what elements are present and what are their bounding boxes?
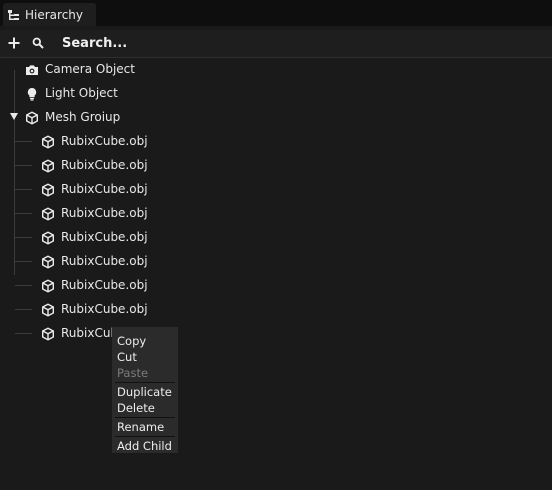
tree-item-label: RubixCube.obj [61, 254, 148, 268]
search-input[interactable] [56, 33, 362, 53]
menu-item-delete[interactable]: Delete [112, 400, 178, 416]
cube-icon [25, 111, 39, 125]
tree-item-label: RubixCube.obj [61, 134, 148, 148]
menu-item-copy[interactable]: Copy [112, 333, 178, 349]
tree-item-child[interactable]: RubixCube.obj [0, 178, 552, 202]
menu-item-cut[interactable]: Cut [112, 349, 178, 365]
hierarchy-icon [7, 8, 21, 22]
menu-item-add-child[interactable]: Add Child [112, 438, 178, 454]
tree-item-label: RubixCube.obj [61, 278, 148, 292]
menu-separator [115, 436, 175, 437]
tree-item-child[interactable]: RubixCube.obj [0, 130, 552, 154]
cube-icon [41, 279, 55, 293]
tree-item-label: RubixCube.obj [61, 182, 148, 196]
tree-item-label: RubixCube.obj [61, 230, 148, 244]
cube-icon [41, 231, 55, 245]
plus-icon [8, 37, 20, 49]
tree-item-child-selected[interactable]: RubixCube.obj [0, 322, 552, 346]
camera-icon [25, 63, 39, 77]
tree-item-child[interactable]: RubixCube.obj [0, 226, 552, 250]
menu-item-paste: Paste [117, 366, 149, 380]
menu-item-rename[interactable]: Rename [112, 419, 178, 435]
search-button[interactable] [31, 35, 45, 51]
cube-icon [41, 183, 55, 197]
tree-item-child[interactable]: RubixCube.obj [0, 154, 552, 178]
tab-hierarchy[interactable]: Hierarchy [3, 3, 96, 26]
cube-icon [41, 207, 55, 221]
cube-icon [41, 159, 55, 173]
menu-separator [115, 382, 175, 383]
cube-icon [41, 327, 55, 341]
context-menu: Copy Cut Paste Duplicate Delete Rename A… [112, 327, 178, 453]
tree-item-child[interactable]: RubixCube.obj [0, 274, 552, 298]
tab-title: Hierarchy [25, 7, 84, 22]
cube-icon [41, 303, 55, 317]
tree-item-child[interactable]: RubixCube.obj [0, 250, 552, 274]
cube-icon [41, 255, 55, 269]
tab-bar: Hierarchy [0, 0, 552, 26]
hierarchy-panel: Hierarchy Search... Camera Object Light … [0, 0, 552, 490]
cube-icon [41, 135, 55, 149]
tree-item-label: Camera Object [45, 62, 135, 76]
tree-item-label: RubixCube.obj [61, 302, 148, 316]
menu-item-duplicate[interactable]: Duplicate [112, 384, 178, 400]
lightbulb-icon [25, 87, 39, 101]
tree-item-label: RubixCube.obj [61, 206, 148, 220]
tree-item-label: Light Object [45, 86, 118, 100]
tree-item-label: Mesh Groiup [45, 110, 121, 124]
tree-item-mesh-group[interactable]: Mesh Groiup [0, 106, 552, 130]
tree-item-child[interactable]: RubixCube.obj [0, 298, 552, 322]
search-icon [32, 37, 44, 49]
menu-separator [115, 417, 175, 418]
add-button[interactable] [5, 34, 23, 52]
toolbar [0, 30, 552, 58]
tree-item-camera[interactable]: Camera Object [0, 58, 552, 82]
tree-item-label: RubixCube.obj [61, 158, 148, 172]
tree-item-child[interactable]: RubixCube.obj [0, 202, 552, 226]
tree-item-light[interactable]: Light Object [0, 82, 552, 106]
expand-arrow-icon[interactable] [10, 113, 18, 120]
